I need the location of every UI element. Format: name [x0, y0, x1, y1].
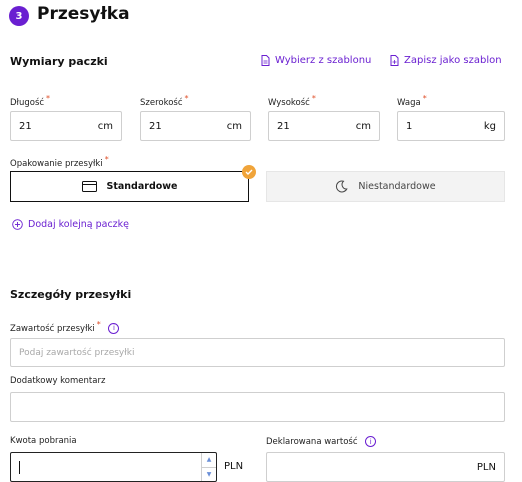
- box-icon: [81, 181, 97, 192]
- width-label: Szerokość *: [140, 94, 189, 108]
- save-template-link[interactable]: Zapisz jako szablon: [390, 55, 502, 66]
- stepper-up-icon[interactable]: ▲: [202, 453, 216, 468]
- packaging-standard-option[interactable]: Standardowe: [10, 171, 249, 202]
- contents-placeholder: Podaj zawartość przesyłki: [19, 347, 135, 358]
- length-input[interactable]: 21 cm: [10, 111, 122, 141]
- add-package-label: Dodaj kolejną paczkę: [28, 219, 130, 230]
- cod-stepper[interactable]: ▲ ▼: [201, 453, 216, 481]
- text-cursor: [19, 460, 20, 474]
- height-input[interactable]: 21 cm: [268, 111, 380, 141]
- cod-label: Kwota pobrania: [10, 436, 77, 446]
- declared-value-input[interactable]: PLN: [266, 452, 505, 482]
- select-template-label: Wybierz z szablonu: [275, 55, 372, 66]
- height-label: Wysokość *: [268, 94, 316, 108]
- contents-input[interactable]: Podaj zawartość przesyłki: [10, 338, 505, 367]
- packaging-nonstandard-label: Niestandardowe: [358, 181, 436, 192]
- weight-label: Waga *: [397, 94, 427, 108]
- packaging-label: Opakowanie przesyłki *: [10, 155, 109, 169]
- add-package-link[interactable]: Dodaj kolejną paczkę: [12, 219, 129, 230]
- comment-label: Dodatkowy komentarz: [10, 376, 106, 386]
- select-template-link[interactable]: Wybierz z szablonu: [261, 55, 371, 66]
- contents-label: Zawartość przesyłki * i: [10, 320, 120, 334]
- stepper-down-icon[interactable]: ▼: [202, 468, 216, 482]
- declared-currency: PLN: [476, 461, 496, 473]
- packaging-standard-label: Standardowe: [106, 181, 178, 192]
- moon-icon: [336, 180, 349, 193]
- details-section-title: Szczegóły przesyłki: [10, 288, 132, 301]
- cod-input[interactable]: ▲ ▼: [10, 452, 217, 482]
- packaging-nonstandard-option[interactable]: Niestandardowe: [266, 171, 505, 202]
- plus-circle-icon: [12, 219, 23, 230]
- width-input[interactable]: 21 cm: [140, 111, 251, 141]
- document-icon: [261, 55, 270, 66]
- declared-value-label: Deklarowana wartość i: [266, 436, 377, 447]
- document-plus-icon: [390, 55, 399, 66]
- weight-input[interactable]: 1 kg: [397, 111, 505, 141]
- save-template-label: Zapisz jako szablon: [404, 55, 502, 66]
- dimensions-section-title: Wymiary paczki: [10, 55, 108, 68]
- length-label: Długość *: [10, 94, 51, 108]
- comment-input[interactable]: [10, 392, 505, 422]
- step-title: Przesyłka: [37, 4, 130, 24]
- step-number-badge: 3: [9, 6, 29, 26]
- info-icon[interactable]: i: [365, 436, 377, 447]
- cod-currency: PLN: [224, 461, 244, 472]
- info-icon[interactable]: i: [108, 322, 120, 334]
- selected-check-icon: [242, 165, 256, 179]
